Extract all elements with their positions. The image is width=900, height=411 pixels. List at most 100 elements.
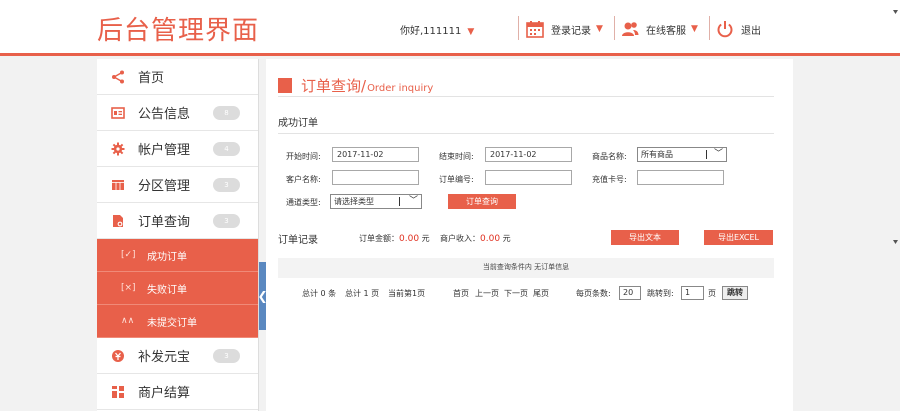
jump-button[interactable]: 跳转 <box>722 286 748 300</box>
next-page-link[interactable]: 下一页 <box>504 288 528 299</box>
records-title: 订单记录 <box>278 235 318 246</box>
sidebar-item-label: 订单查询 <box>138 215 191 230</box>
select-divider <box>399 197 400 206</box>
end-time-input[interactable]: 2017-11-02 <box>485 147 572 162</box>
online-service-label: 在线客服 <box>646 25 686 37</box>
main-content: 订单查询/ Order inquiry 成功订单 开始时间: 2017-11-0… <box>266 59 793 411</box>
empty-result-message: 当前查询条件内 无订单信息 <box>278 258 774 278</box>
sidebar-subitem-label: 失败订单 <box>147 284 187 296</box>
sidebar-item-account[interactable]: 帐户管理 4 <box>97 131 258 167</box>
logout-button[interactable]: 退出 <box>716 19 761 39</box>
check-box-icon: [✓] <box>121 250 136 260</box>
order-amount-label: 订单金额： <box>359 234 399 243</box>
current-page-text: 当前第1页 <box>388 289 426 298</box>
sidebar-item-partition[interactable]: 分区管理 3 <box>97 167 258 203</box>
divider <box>278 96 774 97</box>
jump-to-label: 跳转到: <box>647 289 674 298</box>
last-page-link[interactable]: 尾页 <box>533 288 549 299</box>
sidebar-item-home[interactable]: 首页 <box>97 59 258 95</box>
login-records-menu[interactable]: 登录记录 ▼ <box>526 19 603 39</box>
customer-name-input[interactable] <box>332 170 419 185</box>
coin-icon <box>112 349 124 362</box>
greeting-caret-icon: ▼ <box>467 27 475 37</box>
count-badge: 3 <box>213 349 240 363</box>
page-title: 订单查询/ Order inquiry <box>278 75 433 96</box>
user-greeting[interactable]: 你好,111111 ▼ <box>400 22 474 37</box>
sidebar-subitem-label: 未提交订单 <box>147 317 197 329</box>
online-service-menu[interactable]: 在线客服 ▼ <box>621 19 698 39</box>
share-icon <box>112 70 124 83</box>
grid-icon <box>112 179 124 190</box>
chevron-down-icon: ﹀ <box>713 149 723 159</box>
sidebar-subitem-success-orders[interactable]: [✓] 成功订单 <box>97 239 258 272</box>
users-icon <box>622 22 639 36</box>
sidebar-item-reissue-ingot[interactable]: 补发元宝 3 <box>97 338 258 374</box>
logout-label: 退出 <box>741 25 761 37</box>
channel-type-select[interactable]: 请选择类型 ﹀ <box>330 194 422 209</box>
per-page-label: 每页条数: <box>576 289 611 298</box>
sidebar-item-order-query[interactable]: 订单查询 3 <box>97 203 258 239</box>
count-badge: 4 <box>213 142 240 156</box>
sidebar-item-notice[interactable]: 公告信息 8 <box>97 95 258 131</box>
order-icon <box>278 78 292 93</box>
jump-page-input[interactable]: 1 <box>681 286 704 300</box>
merchant-income-unit: 元 <box>502 234 511 243</box>
sidebar: 首页 公告信息 8 帐户管理 4 分区管理 3 订单查询 3 [✓] 成功订单 … <box>97 59 259 411</box>
login-records-caret-icon: ▼ <box>596 24 603 34</box>
total-pages-text: 总计 1 页 <box>345 289 380 298</box>
total-items-text: 总计 0 条 <box>302 289 337 298</box>
page-title-en: Order inquiry <box>367 82 434 94</box>
export-excel-button[interactable]: 导出EXCEL <box>704 230 773 245</box>
scroll-up-arrow-icon[interactable] <box>893 10 898 14</box>
count-badge: 8 <box>213 106 240 120</box>
calendar-icon <box>526 21 544 38</box>
export-text-button[interactable]: 导出文本 <box>611 230 679 245</box>
sidebar-item-merchant-settlement[interactable]: 商户结算 <box>97 374 258 410</box>
product-select-value: 所有商品 <box>641 150 673 159</box>
sidebar-subitem-failed-orders[interactable]: [×] 失败订单 <box>97 272 258 305</box>
cross-box-icon: [×] <box>121 283 136 293</box>
sidebar-item-label: 首页 <box>138 71 165 86</box>
settle-icon <box>112 385 124 398</box>
channel-type-label: 通道类型: <box>286 198 321 207</box>
header-divider <box>709 16 710 40</box>
merchant-income-summary: 商户收入：0.00 元 <box>440 233 511 244</box>
scroll-down-arrow-icon[interactable] <box>893 240 898 244</box>
product-select[interactable]: 所有商品 ﹀ <box>637 147 727 162</box>
login-records-label: 登录记录 <box>551 25 591 37</box>
page-unit-label: 页 <box>708 289 716 298</box>
sidebar-collapse-toggle[interactable]: ❮ <box>257 262 268 330</box>
start-time-input[interactable]: 2017-11-02 <box>332 147 419 162</box>
card-number-label: 充值卡号: <box>592 175 627 184</box>
per-page-input[interactable]: 20 <box>619 286 641 300</box>
divider <box>278 133 774 134</box>
page-title-zh: 订单查询/ <box>301 77 367 95</box>
sidebar-item-label: 公告信息 <box>138 107 191 122</box>
sidebar-item-label: 分区管理 <box>138 179 191 194</box>
top-header: 后台管理界面 你好,111111 ▼ 登录记录 ▼ 在线客服 ▼ 退出 <box>0 0 900 56</box>
window-scrollbar[interactable] <box>891 8 900 411</box>
order-query-button[interactable]: 订单查询 <box>448 194 516 209</box>
header-divider <box>518 16 519 40</box>
order-amount-unit: 元 <box>421 234 430 243</box>
order-number-input[interactable] <box>485 170 572 185</box>
greeting-text: 你好,111111 <box>400 26 462 37</box>
section-title: 成功订单 <box>278 118 318 129</box>
chevron-down-icon: ﹀ <box>408 196 418 206</box>
sidebar-subitem-label: 成功订单 <box>147 251 187 263</box>
start-time-label: 开始时间: <box>286 152 321 161</box>
prev-page-link[interactable]: 上一页 <box>475 288 499 299</box>
app-logo: 后台管理界面 <box>97 16 260 46</box>
first-page-link[interactable]: 首页 <box>453 288 469 299</box>
sidebar-subitem-unsubmitted-orders[interactable]: ∧∧ 未提交订单 <box>97 305 258 338</box>
product-label: 商品名称: <box>592 152 627 161</box>
card-number-input[interactable] <box>637 170 724 185</box>
power-icon <box>717 21 733 38</box>
order-amount-summary: 订单金额：0.00 元 <box>359 233 430 244</box>
sidebar-item-label: 帐户管理 <box>138 143 191 158</box>
select-divider <box>706 150 707 159</box>
count-badge: 3 <box>213 178 240 192</box>
order-amount-value: 0.00 <box>399 234 420 244</box>
order-number-label: 订单编号: <box>439 175 474 184</box>
merchant-income-value: 0.00 <box>480 234 501 244</box>
